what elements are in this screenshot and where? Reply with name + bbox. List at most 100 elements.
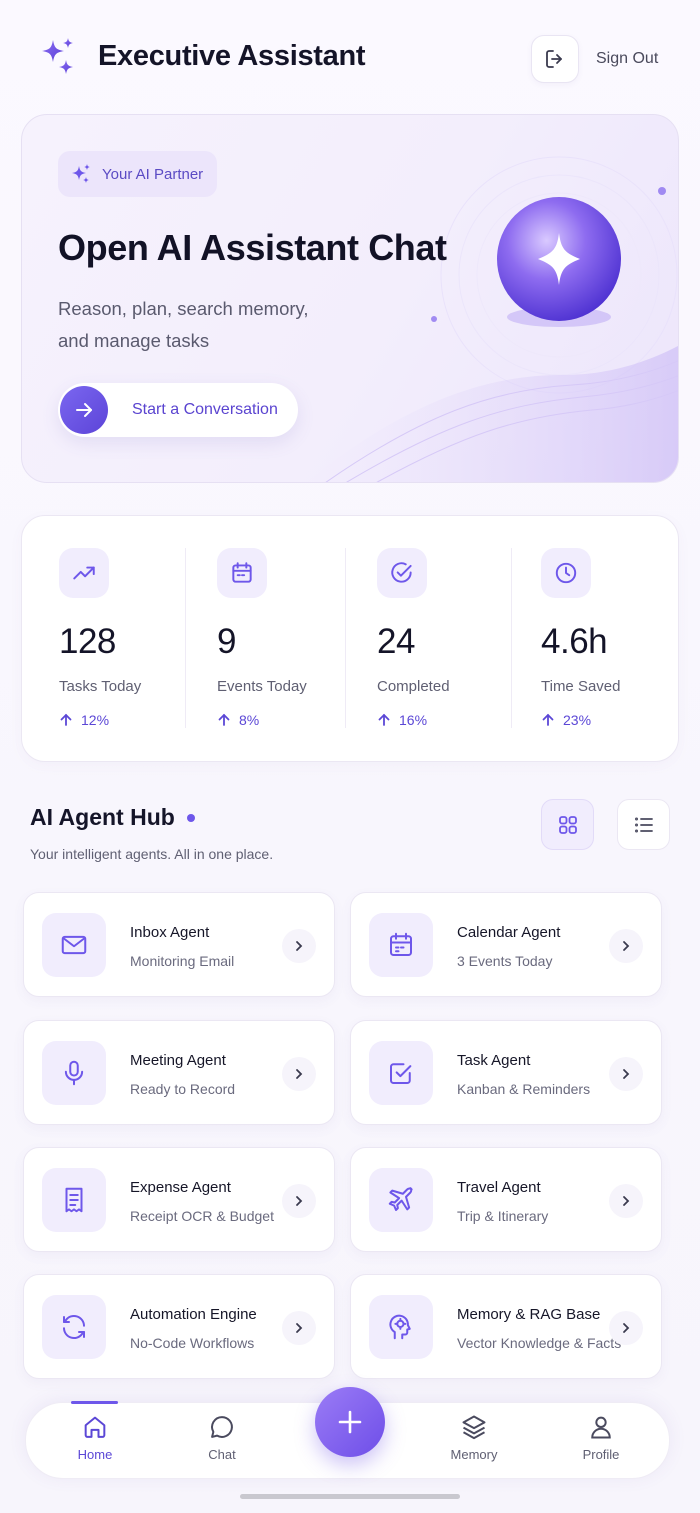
agent-card-calendar[interactable]: Calendar Agent 3 Events Today <box>350 892 662 997</box>
agent-title: Task Agent <box>457 1052 531 1069</box>
divider <box>511 548 512 728</box>
nav-label: Memory <box>450 1447 498 1462</box>
hero-subtitle: Reason, plan, search memory, and manage … <box>58 298 309 351</box>
stat-delta: 12% <box>59 712 109 728</box>
stat-value: 4.6h <box>541 622 608 661</box>
agent-status: Vector Knowledge & Facts <box>457 1335 622 1351</box>
hero-title: Open AI Assistant Chat <box>58 227 447 268</box>
agent-title: Meeting Agent <box>130 1052 226 1069</box>
start-conversation-button[interactable]: Start a Conversation <box>58 383 298 437</box>
hero-orb-illustration <box>305 156 678 482</box>
hub-subtitle: Your intelligent agents. All in one plac… <box>30 846 274 862</box>
grid-view-button[interactable] <box>541 799 594 850</box>
agent-card-task[interactable]: Task Agent Kanban & Reminders <box>350 1020 662 1125</box>
divider <box>345 548 346 728</box>
agent-card-memory[interactable]: Memory & RAG Base Vector Knowledge & Fac… <box>350 1274 662 1379</box>
agent-card-travel[interactable]: Travel Agent Trip & Itinerary <box>350 1147 662 1252</box>
stat-delta: 8% <box>217 712 259 728</box>
status-dot <box>186 813 195 822</box>
calendar-icon <box>217 548 267 598</box>
stat-label: Time Saved <box>541 678 621 695</box>
sparkle-icon <box>72 164 90 183</box>
list-icon <box>634 817 653 832</box>
sign-out-button[interactable] <box>531 35 579 83</box>
chat-bubble-icon <box>211 1416 233 1438</box>
agent-status: Ready to Record <box>130 1081 236 1097</box>
chevron-right-icon[interactable] <box>609 1057 643 1091</box>
hub-title: AI Agent Hub <box>30 804 195 831</box>
stat-delta: 23% <box>541 712 591 728</box>
mail-icon <box>42 913 106 977</box>
stat-delta-value: 8% <box>239 712 260 728</box>
agent-card-inbox[interactable]: Inbox Agent Monitoring Email <box>23 892 335 997</box>
stat-label: Tasks Today <box>59 678 142 695</box>
agent-card-meeting[interactable]: Meeting Agent Ready to Record <box>23 1020 335 1125</box>
home-indicator <box>240 1494 460 1499</box>
stat-delta-value: 12% <box>81 712 110 728</box>
agent-card-expense[interactable]: Expense Agent Receipt OCR & Budget <box>23 1147 335 1252</box>
hero-badge-label: Your AI Partner <box>102 165 204 183</box>
nav-memory[interactable]: Memory <box>429 1413 519 1462</box>
chevron-right-icon[interactable] <box>282 1057 316 1091</box>
list-view-button[interactable] <box>617 799 670 850</box>
active-tab-indicator <box>71 1401 118 1404</box>
stat-label: Completed <box>377 678 450 695</box>
agent-title: Inbox Agent <box>130 924 210 941</box>
arrow-up-icon <box>218 713 230 726</box>
airplane-icon <box>369 1168 433 1232</box>
chevron-right-icon[interactable] <box>282 929 316 963</box>
check-circle-icon <box>377 548 427 598</box>
logout-icon <box>546 50 562 68</box>
app-title: Executive Assistant <box>98 40 366 72</box>
microphone-icon <box>42 1041 106 1105</box>
chevron-right-icon[interactable] <box>609 929 643 963</box>
arrow-up-icon <box>542 713 554 726</box>
arrow-up-icon <box>378 713 390 726</box>
arrow-right-icon <box>60 386 108 434</box>
agent-title: Travel Agent <box>457 1179 541 1196</box>
chevron-right-icon[interactable] <box>282 1311 316 1345</box>
nav-label: Home <box>77 1447 113 1462</box>
calendar-icon <box>369 913 433 977</box>
agent-status: 3 Events Today <box>457 953 553 969</box>
start-conversation-label: Start a Conversation <box>132 401 278 418</box>
stat-delta: 16% <box>377 712 427 728</box>
layers-icon <box>462 1415 486 1440</box>
home-icon <box>84 1416 106 1438</box>
stat-value: 128 <box>59 622 116 661</box>
hub-title-text: AI Agent Hub <box>30 804 175 830</box>
trending-up-icon <box>59 548 109 598</box>
agent-title: Automation Engine <box>130 1306 257 1323</box>
grid-icon <box>558 815 577 834</box>
agent-status: Kanban & Reminders <box>457 1081 591 1097</box>
agent-status: Trip & Itinerary <box>457 1208 549 1224</box>
nav-label: Chat <box>208 1447 236 1462</box>
chevron-right-icon[interactable] <box>282 1184 316 1218</box>
sparkles-logo-icon <box>38 36 78 76</box>
nav-profile[interactable]: Profile <box>556 1413 646 1462</box>
hero-card: Your AI Partner Open AI Assistant Chat R… <box>21 114 679 483</box>
agent-status: Receipt OCR & Budget <box>130 1208 274 1224</box>
agent-title: Expense Agent <box>130 1179 231 1196</box>
clock-icon <box>541 548 591 598</box>
agent-title: Memory & RAG Base <box>457 1306 601 1323</box>
agent-card-automation[interactable]: Automation Engine No-Code Workflows <box>23 1274 335 1379</box>
stat-value: 9 <box>217 622 236 661</box>
agent-title: Calendar Agent <box>457 924 561 941</box>
refresh-icon <box>42 1295 106 1359</box>
stats-panel: 128 Tasks Today 12% 9 Events Today 8% 24… <box>21 515 679 762</box>
stat-delta-value: 23% <box>563 712 592 728</box>
sign-out-label[interactable]: Sign Out <box>596 50 658 68</box>
add-button[interactable] <box>315 1387 385 1457</box>
stat-label: Events Today <box>217 678 307 695</box>
agent-status: No-Code Workflows <box>130 1335 255 1351</box>
nav-label: Profile <box>582 1447 620 1462</box>
user-icon <box>591 1416 611 1439</box>
checkbox-icon <box>369 1041 433 1105</box>
nav-chat[interactable]: Chat <box>177 1413 267 1462</box>
stat-value: 24 <box>377 622 415 661</box>
nav-home[interactable]: Home <box>50 1413 140 1462</box>
chevron-right-icon[interactable] <box>609 1311 643 1345</box>
chevron-right-icon[interactable] <box>609 1184 643 1218</box>
arrow-up-icon <box>60 713 72 726</box>
